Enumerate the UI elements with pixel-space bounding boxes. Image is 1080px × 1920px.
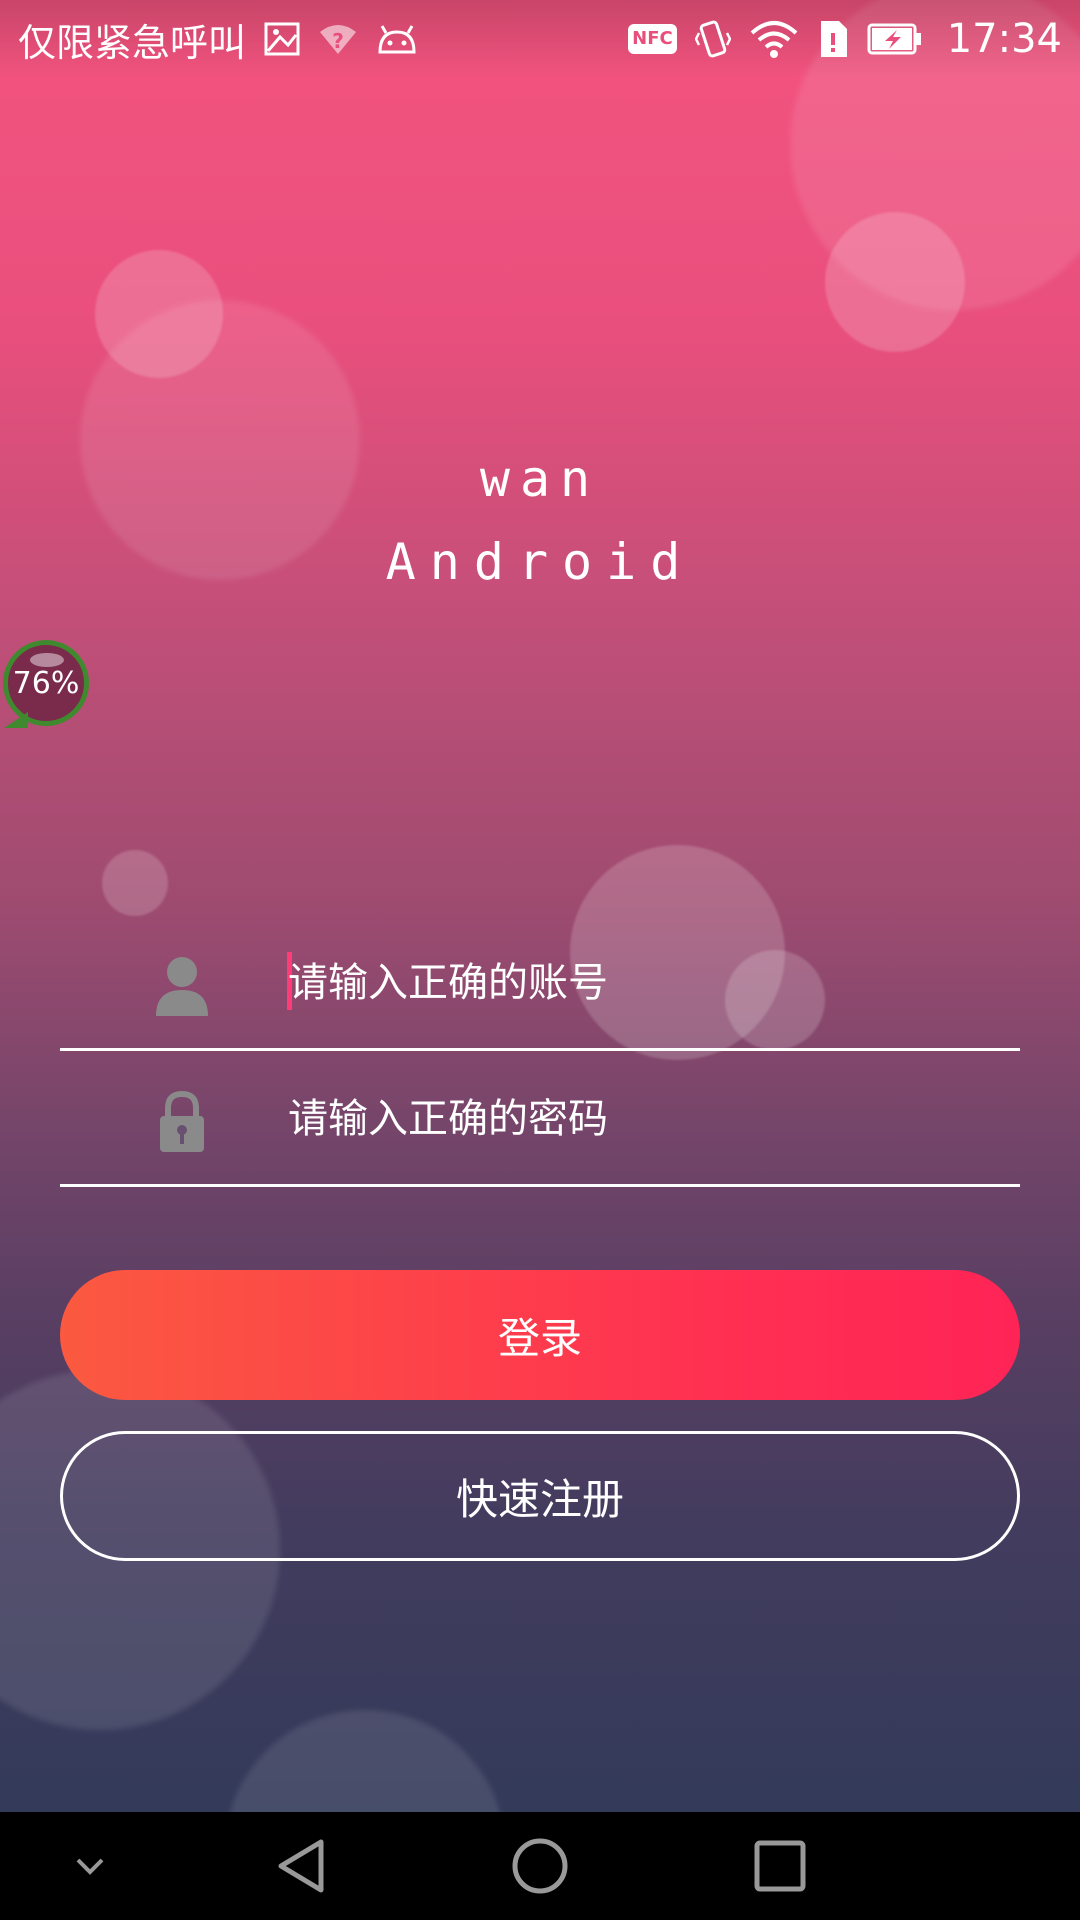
image-icon	[264, 21, 300, 57]
back-icon[interactable]	[260, 1812, 340, 1920]
svg-text:?: ?	[332, 29, 344, 53]
widget-percent: 76%	[12, 665, 80, 701]
lock-icon	[152, 1090, 212, 1154]
nfc-icon: NFC	[628, 24, 677, 54]
android-icon	[376, 24, 418, 54]
bokeh-decoration	[102, 850, 168, 916]
clock-time: 17:34	[946, 16, 1062, 62]
vibrate-icon	[694, 19, 731, 59]
chevron-down-icon[interactable]	[60, 1812, 120, 1920]
bokeh-decoration	[225, 1710, 505, 1812]
login-button[interactable]: 登录	[60, 1270, 1020, 1400]
logo-line-wan: wan	[479, 450, 601, 508]
account-input[interactable]	[288, 948, 988, 1018]
account-field	[60, 918, 1020, 1051]
login-screen: 仅限紧急呼叫 ? NFC 17:34 wan Android 76% 请输入正确…	[0, 0, 1080, 1812]
home-icon[interactable]	[500, 1812, 580, 1920]
password-field	[60, 1054, 1020, 1187]
navigation-bar	[0, 1812, 1080, 1920]
bokeh-decoration	[825, 212, 965, 352]
user-icon	[152, 954, 212, 1018]
floating-memory-widget[interactable]: 76%	[3, 640, 89, 726]
carrier-label: 仅限紧急呼叫	[18, 20, 247, 65]
battery-charging-icon	[867, 22, 923, 56]
wifi-question-icon: ?	[318, 22, 358, 56]
recents-icon[interactable]	[740, 1812, 820, 1920]
register-button[interactable]: 快速注册	[60, 1431, 1020, 1561]
status-bar: 仅限紧急呼叫 ? NFC 17:34	[0, 0, 1080, 78]
logo-line-android: Android	[385, 533, 695, 591]
wifi-icon	[749, 19, 799, 59]
password-input[interactable]	[288, 1084, 988, 1154]
sim-icon	[817, 19, 849, 59]
